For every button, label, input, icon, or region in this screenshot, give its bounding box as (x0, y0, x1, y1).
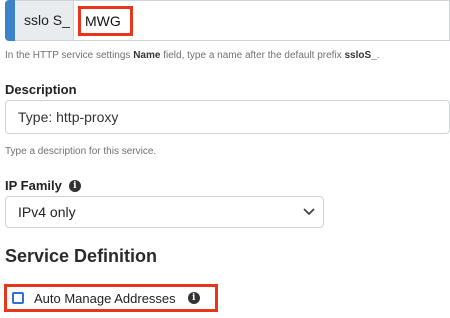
checkbox-icon[interactable] (12, 292, 24, 304)
ip-family-label-text: IP Family (5, 178, 62, 193)
info-icon[interactable]: i (187, 292, 200, 304)
name-help-text: In the HTTP service settings Name field,… (5, 50, 380, 61)
name-input-wrap (74, 0, 450, 41)
ip-family-label: IP Family i (5, 178, 81, 193)
description-label: Description (5, 82, 77, 97)
ip-family-select[interactable]: IPv4 only (5, 196, 324, 228)
auto-manage-label: Auto Manage Addresses (34, 290, 176, 306)
name-field-row: sslo S_ (0, 0, 450, 41)
description-help-text: Type a description for this service. (5, 146, 157, 157)
section-title: Service Definition (5, 246, 158, 266)
chevron-down-icon (303, 208, 315, 215)
auto-manage-addresses-row[interactable]: Auto Manage Addresses i (4, 284, 218, 312)
name-prefix: sslo S_ (15, 0, 74, 41)
prefix-accent (5, 0, 15, 41)
ip-family-selected: IPv4 only (18, 204, 76, 220)
info-icon[interactable]: i (68, 179, 81, 192)
name-input[interactable] (78, 6, 133, 36)
description-input[interactable] (5, 100, 450, 134)
